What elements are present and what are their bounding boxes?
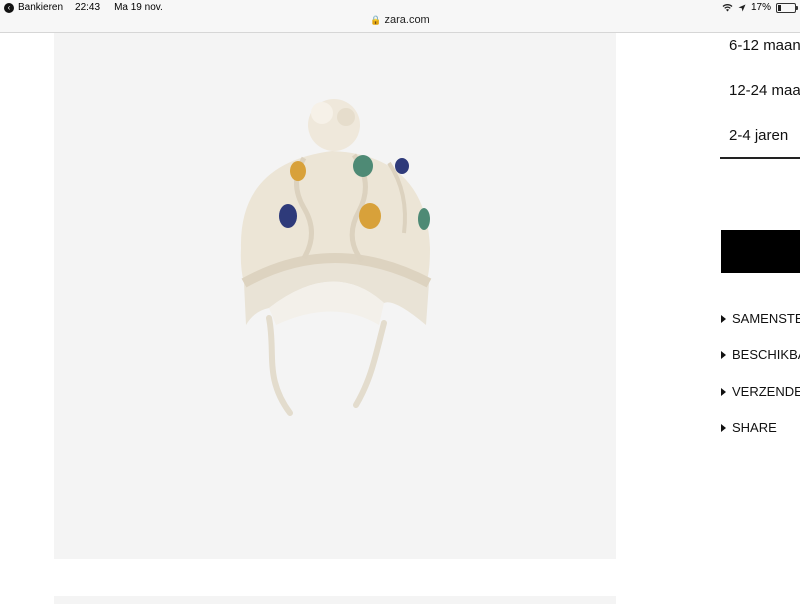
caret-right-icon	[721, 387, 726, 396]
status-bar: ‹ Bankieren 22:43 Ma 19 nov. 17% 🔒 zara.c…	[0, 0, 800, 33]
status-bar-left: ‹ Bankieren 22:43 Ma 19 nov.	[4, 2, 163, 13]
bobble-navy	[395, 158, 409, 174]
size-option[interactable]: 6-12 maand	[729, 37, 800, 54]
size-option[interactable]: 2-4 jaren	[729, 127, 788, 144]
size-list-divider	[720, 157, 800, 159]
caret-right-icon	[721, 314, 726, 323]
accordion-composition[interactable]: SAMENSTEL	[721, 311, 800, 326]
accordion-shipping[interactable]: VERZENDEN	[721, 384, 800, 399]
status-bar-right: 17%	[722, 2, 798, 13]
bobble-mustard	[359, 203, 381, 229]
wifi-icon	[722, 4, 733, 12]
accordion-label: VERZENDEN	[732, 384, 800, 399]
product-image-second[interactable]	[54, 596, 616, 604]
accordion-label: SHARE	[732, 420, 777, 435]
accordion-label: SAMENSTEL	[732, 311, 800, 326]
knit-hat-illustration	[240, 99, 432, 416]
bobble-green	[353, 155, 373, 177]
accordion-label: BESCHIKBA	[732, 347, 800, 362]
location-arrow-icon	[738, 4, 746, 11]
back-app-label[interactable]: Bankieren	[18, 2, 63, 13]
status-time: 22:43	[75, 2, 101, 13]
accordion-availability[interactable]: BESCHIKBA	[721, 347, 800, 362]
bobble-navy	[279, 204, 297, 228]
size-option[interactable]: 12-24 maan	[729, 82, 800, 99]
back-chevron-icon[interactable]: ‹	[4, 2, 14, 13]
url-text[interactable]: zara.com	[384, 14, 429, 26]
caret-right-icon	[721, 423, 726, 432]
lock-icon: 🔒	[370, 15, 382, 25]
product-image[interactable]	[54, 33, 616, 559]
bobble-mustard	[290, 161, 306, 181]
caret-right-icon	[721, 350, 726, 359]
accordion-share[interactable]: SHARE	[721, 420, 777, 435]
add-to-cart-button[interactable]	[721, 230, 800, 273]
bobble-green	[418, 208, 430, 230]
battery-percent: 17%	[750, 2, 771, 13]
battery-icon	[776, 2, 798, 13]
url-bar[interactable]: 🔒 zara.com	[0, 14, 800, 26]
battery-level	[778, 4, 781, 11]
status-date: Ma 19 nov.	[114, 2, 163, 13]
